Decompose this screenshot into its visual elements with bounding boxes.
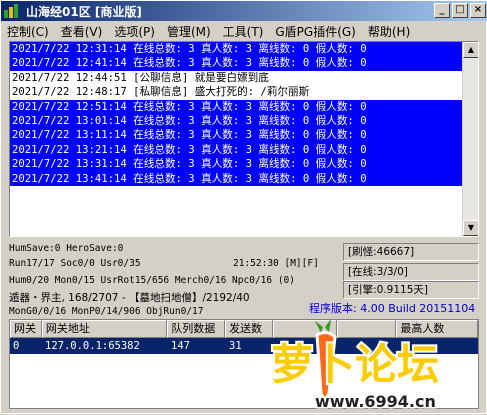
menu-plugin[interactable]: G盾PG插件(G): [269, 23, 362, 40]
engine-box: [引擎:0.9115天]: [343, 281, 479, 299]
log-line[interactable]: 2021/7/22 12:44:51 [公聊信息] 就是要白嫖到底: [10, 71, 478, 85]
status-line-hum: Hum0/20 Mon0/15 UsrRot15/656 Merch0/16 N…: [9, 275, 295, 286]
app-icon: [4, 4, 20, 18]
status-line-run: Run17/17 Soc0/0 Usr0/35: [9, 258, 141, 269]
online-box: [在线:3/3/0]: [343, 263, 479, 281]
watermark-title: 萝卜论坛: [271, 340, 439, 389]
minimize-button[interactable]: _: [434, 3, 450, 18]
menu-control[interactable]: 控制(C): [1, 23, 55, 40]
cell-address: 127.0.0.1:65382: [45, 340, 140, 352]
log-lines: 2021/7/22 12:31:14 在线总数: 3 真人数: 3 离线数: 0…: [10, 42, 478, 186]
vertical-scrollbar[interactable]: ▲ ▼: [462, 42, 478, 236]
col-gateway[interactable]: 网关: [10, 320, 42, 338]
menu-options[interactable]: 选项(P): [108, 23, 161, 40]
log-line[interactable]: 2021/7/22 12:41:14 在线总数: 3 真人数: 3 离线数: 0…: [10, 56, 478, 71]
close-button[interactable]: ×: [470, 3, 486, 18]
cell-gateway: 0: [13, 340, 20, 352]
menu-bar: 控制(C) 查看(V) 选项(P) 管理(M) 工具(T) G盾PG插件(G) …: [1, 21, 487, 41]
status-line-save: HumSave:0 HeroSave:0: [9, 243, 124, 254]
log-line[interactable]: 2021/7/22 13:01:14 在线总数: 3 真人数: 3 离线数: 0…: [10, 113, 478, 129]
watermark-logo: 萝卜论坛 www.6994.cn: [269, 319, 441, 413]
col-gateway-address[interactable]: 网关地址: [41, 320, 168, 338]
status-time: 21:52:30 [M][F]: [233, 258, 319, 269]
log-line[interactable]: 2021/7/22 13:41:14 在线总数: 3 真人数: 3 离线数: 0…: [10, 171, 478, 186]
maximize-button[interactable]: □: [452, 3, 468, 18]
refresh-monster-box: [刷怪:46667]: [343, 243, 479, 261]
version-label: 程序版本: 4.00 Build 20151104: [309, 302, 476, 315]
menu-view[interactable]: 查看(V): [55, 23, 109, 40]
scroll-down-icon[interactable]: ▼: [463, 220, 478, 236]
status-line-user: 遁器・界主, 168/2707 - 【墓地扫地僧】/2192/40: [9, 292, 250, 304]
window-title: 山海经01区 [商业版]: [26, 4, 142, 19]
log-line[interactable]: 2021/7/22 13:31:14 在线总数: 3 真人数: 3 离线数: 0…: [10, 157, 478, 172]
cell-queue: 147: [171, 340, 190, 352]
main-window: 山海经01区 [商业版] _ □ × 控制(C) 查看(V) 选项(P) 管理(…: [0, 0, 487, 414]
scroll-up-icon[interactable]: ▲: [463, 42, 478, 58]
log-line[interactable]: 2021/7/22 13:21:14 在线总数: 3 真人数: 3 离线数: 0…: [10, 142, 478, 158]
menu-manage[interactable]: 管理(M): [161, 23, 217, 40]
menu-tools[interactable]: 工具(T): [217, 23, 270, 40]
col-queue-data[interactable]: 队列数据: [167, 320, 226, 338]
menu-help[interactable]: 帮助(H): [362, 23, 416, 40]
log-line[interactable]: 2021/7/22 12:31:14 在线总数: 3 真人数: 3 离线数: 0…: [10, 42, 478, 57]
log-line[interactable]: 2021/7/22 13:11:14 在线总数: 3 真人数: 3 离线数: 0…: [10, 128, 478, 143]
watermark-url: www.6994.cn: [315, 392, 436, 411]
log-line[interactable]: 2021/7/22 12:48:17 [私聊信息] 盛大打死的: /莉尔丽斯: [10, 85, 478, 99]
title-bar[interactable]: 山海经01区 [商业版] _ □ ×: [1, 1, 487, 21]
log-line[interactable]: 2021/7/22 12:51:14 在线总数: 3 真人数: 3 离线数: 0…: [10, 99, 478, 114]
status-line-mon: MonG0/0/16 MonP0/14/906 ObjRun0/17: [9, 306, 204, 317]
log-box[interactable]: 2021/7/22 12:31:14 在线总数: 3 真人数: 3 离线数: 0…: [9, 41, 479, 237]
